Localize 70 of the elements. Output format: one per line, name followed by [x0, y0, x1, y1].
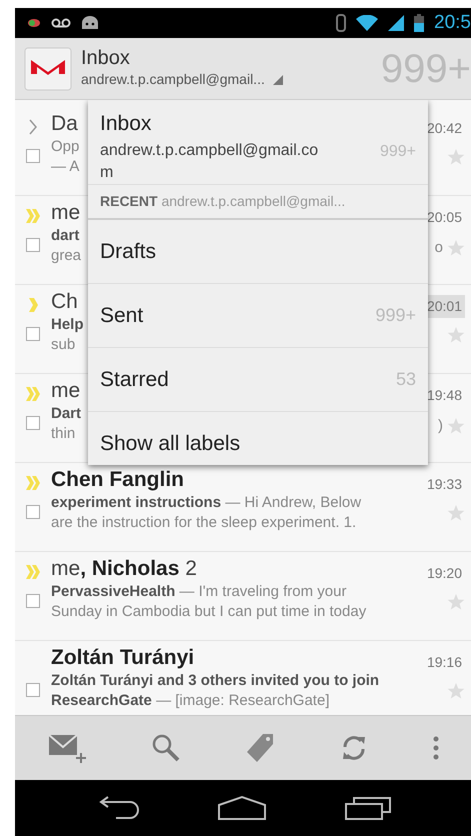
message-snippet: thin: [51, 424, 76, 444]
star-icon[interactable]: [447, 593, 465, 611]
account-email: andrew.t.p.campbell@gmail.com: [100, 140, 320, 183]
star-icon[interactable]: [447, 417, 465, 436]
sender-name: me: [51, 378, 80, 404]
message-snippet: Dart: [51, 404, 82, 424]
label-menu-item[interactable]: Drafts: [88, 220, 428, 284]
overflow-menu-icon[interactable]: [433, 736, 439, 760]
tag-icon[interactable]: [245, 732, 275, 764]
recent-apps-icon[interactable]: [344, 795, 392, 821]
message-time: 19:20: [426, 564, 463, 583]
dropdown-corner-icon[interactable]: [272, 75, 283, 85]
checkbox[interactable]: [26, 149, 40, 163]
chevron-icon: [28, 119, 38, 135]
message-snippet: Zoltán Turányi and 3 others invited you to join: [51, 671, 380, 691]
notification-icon: [27, 18, 41, 28]
sender-name: me: [51, 200, 80, 226]
message-snippet: Opp: [51, 137, 80, 157]
message-time: 19:48: [426, 386, 463, 405]
mailbox-title: Inbox: [81, 47, 131, 69]
sender-name: Zoltán Turányi: [51, 645, 194, 671]
star-icon[interactable]: [447, 682, 465, 700]
message-time: 19:33: [426, 475, 463, 494]
sender-name: Ch: [51, 289, 78, 315]
message-snippet: grea: [51, 246, 82, 266]
voicemail-icon: [51, 17, 71, 29]
checkbox[interactable]: [26, 683, 40, 697]
message-time: 20:05: [426, 208, 463, 227]
checkbox[interactable]: [26, 327, 40, 341]
checkbox[interactable]: [26, 505, 40, 519]
message-snippet: dart: [51, 226, 80, 246]
importance-marker-icon: [25, 208, 41, 224]
importance-marker-icon: [25, 475, 41, 491]
battery-icon: [414, 14, 424, 32]
status-time: 20:5: [434, 10, 471, 35]
sender-name: Chen Fanglin: [51, 467, 184, 493]
label-menu-item[interactable]: Show all labels: [88, 412, 428, 465]
search-icon[interactable]: [151, 733, 181, 763]
importance-marker-icon: [25, 386, 41, 402]
message-snippet: are the instruction for the sleep experiment. 1.: [51, 512, 356, 532]
menu-item-title: Inbox: [100, 111, 152, 137]
star-icon[interactable]: [447, 504, 465, 522]
account-email: andrew.t.p.campbell@gmail...: [81, 70, 265, 89]
importance-marker-icon: [28, 297, 38, 313]
wifi-icon: [356, 15, 378, 31]
message-snippet: Sunday in Cambodia but I can put time in today: [51, 602, 366, 622]
importance-marker-icon: [25, 564, 41, 580]
star-icon[interactable]: [447, 239, 465, 258]
android-icon: [81, 16, 99, 30]
recent-account: RECENT andrew.t.p.campbell@gmail...: [88, 185, 428, 220]
message-time: 19:16: [426, 653, 463, 672]
message-snippet: — A: [51, 156, 80, 176]
signal-icon: [388, 15, 404, 31]
message-time: 20:42: [426, 119, 463, 138]
checkbox[interactable]: [26, 594, 40, 608]
sender-name: me, Nicholas 2: [51, 556, 197, 582]
checkbox[interactable]: [26, 416, 40, 430]
message-snippet: PervassiveHealth — I'm traveling from your: [51, 582, 346, 602]
message-snippet: o: [434, 238, 443, 258]
message-snippet: Help: [51, 315, 84, 335]
message-snippet: ResearchGate — [image: ResearchGate]: [51, 690, 330, 710]
sender-name: Da: [51, 111, 78, 137]
message-snippet: experiment instructions — Hi Andrew, Below: [51, 493, 362, 513]
star-icon[interactable]: [447, 326, 465, 344]
star-icon[interactable]: [447, 148, 465, 166]
gmail-logo[interactable]: [23, 46, 73, 92]
home-icon[interactable]: [216, 795, 267, 821]
message-snippet: ): [438, 416, 443, 436]
checkbox[interactable]: [26, 238, 40, 252]
message-snippet: sub: [51, 334, 76, 354]
